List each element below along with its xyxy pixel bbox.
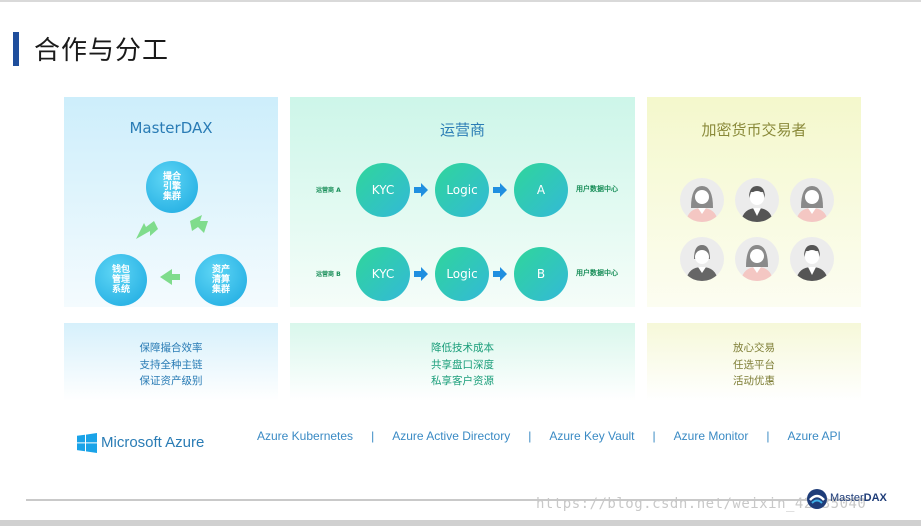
logo-prefix: Master <box>830 492 864 504</box>
page-title: 合作与分工 <box>34 36 170 66</box>
logic-node-a: Logic <box>435 163 489 217</box>
logo-suffix: DAX <box>863 492 887 504</box>
traders-title: 加密货币交易者 <box>701 121 807 139</box>
azure-service: Azure API <box>787 429 841 443</box>
azure-brand: Microsoft Azure <box>101 434 205 451</box>
azure-service: Azure Key Vault <box>549 429 635 443</box>
title-accent-bar <box>13 32 19 66</box>
female-avatar-icon <box>735 237 779 281</box>
arrow-right-icon <box>414 267 428 281</box>
masterdax-features: 保障撮合效率 支持全种主链 保证资产级别 <box>64 323 278 401</box>
separator: | <box>371 429 375 443</box>
masterdax-logo-icon <box>807 489 827 509</box>
feature-line: 活动优惠 <box>733 375 775 387</box>
feature-line: 支持全种主链 <box>139 358 203 371</box>
feature-line: 降低技术成本 <box>431 342 494 354</box>
node-a: A <box>514 163 568 217</box>
node-label: B <box>536 267 546 281</box>
operator-b-label: 运营商 B <box>316 271 341 278</box>
arrow-right-icon <box>414 183 428 197</box>
bottom-strip <box>0 520 921 526</box>
node-label: Logic <box>446 183 478 197</box>
azure-service: Azure Kubernetes <box>257 429 354 443</box>
cycle-arrows <box>136 215 208 285</box>
kyc-node-a: KYC <box>356 163 410 217</box>
male-avatar-icon <box>735 178 779 222</box>
node-label: KYC <box>371 267 395 281</box>
traders-features: 放心交易 任选平台 活动优惠 <box>647 323 861 401</box>
node-b: B <box>514 247 568 301</box>
male-avatar-icon <box>790 237 834 281</box>
separator: | <box>766 429 770 443</box>
feature-line: 放心交易 <box>733 342 775 354</box>
female-avatar-icon <box>680 237 724 281</box>
operator-title: 运营商 <box>439 121 485 139</box>
arrow-left-up-icon <box>136 221 158 239</box>
azure-service: Azure Monitor <box>673 429 749 443</box>
separator: | <box>528 429 532 443</box>
traders-panel: 加密货币交易者 <box>647 97 861 307</box>
operator-a-label: 运营商 A <box>316 187 341 194</box>
azure-service: Azure Active Directory <box>392 429 511 443</box>
feature-line: 任选平台 <box>733 358 775 371</box>
female-avatar-icon <box>790 178 834 222</box>
user-data-center-a-label: 用户数据中心 <box>576 185 618 193</box>
masterdax-logo-text: MasterDAX <box>830 492 887 504</box>
user-data-center-b-label: 用户数据中心 <box>576 269 618 277</box>
feature-line: 保障撮合效率 <box>139 342 203 354</box>
kyc-node-b: KYC <box>356 247 410 301</box>
node-label: Logic <box>446 267 478 281</box>
feature-line: 私享客户资源 <box>431 375 494 387</box>
logic-node-b: Logic <box>435 247 489 301</box>
windows-logo-icon <box>77 433 97 453</box>
operator-panel: 运营商 运营商 A KYC Logic A 用户数据中心 运营商 B KYC L… <box>290 97 635 307</box>
arrow-right-icon <box>493 267 507 281</box>
separator: | <box>652 429 656 443</box>
node-label: KYC <box>371 183 395 197</box>
top-rule <box>0 0 921 2</box>
operator-features: 降低技术成本 共享盘口深度 私享客户资源 <box>290 323 635 401</box>
azure-services-list: Azure Kubernetes | Azure Active Directory |… <box>257 430 847 443</box>
female-avatar-icon <box>680 178 724 222</box>
node-label: A <box>536 183 546 197</box>
masterdax-panel: MasterDAX 撮合 引擎 集群 资产 清算 集群 钱包 管理 系统 <box>64 97 278 307</box>
feature-line: 共享盘口深度 <box>431 358 494 371</box>
arrow-right-down-icon <box>190 215 208 233</box>
arrow-left-icon <box>160 269 180 285</box>
feature-line: 保证资产级别 <box>139 375 203 387</box>
arrow-right-icon <box>493 183 507 197</box>
